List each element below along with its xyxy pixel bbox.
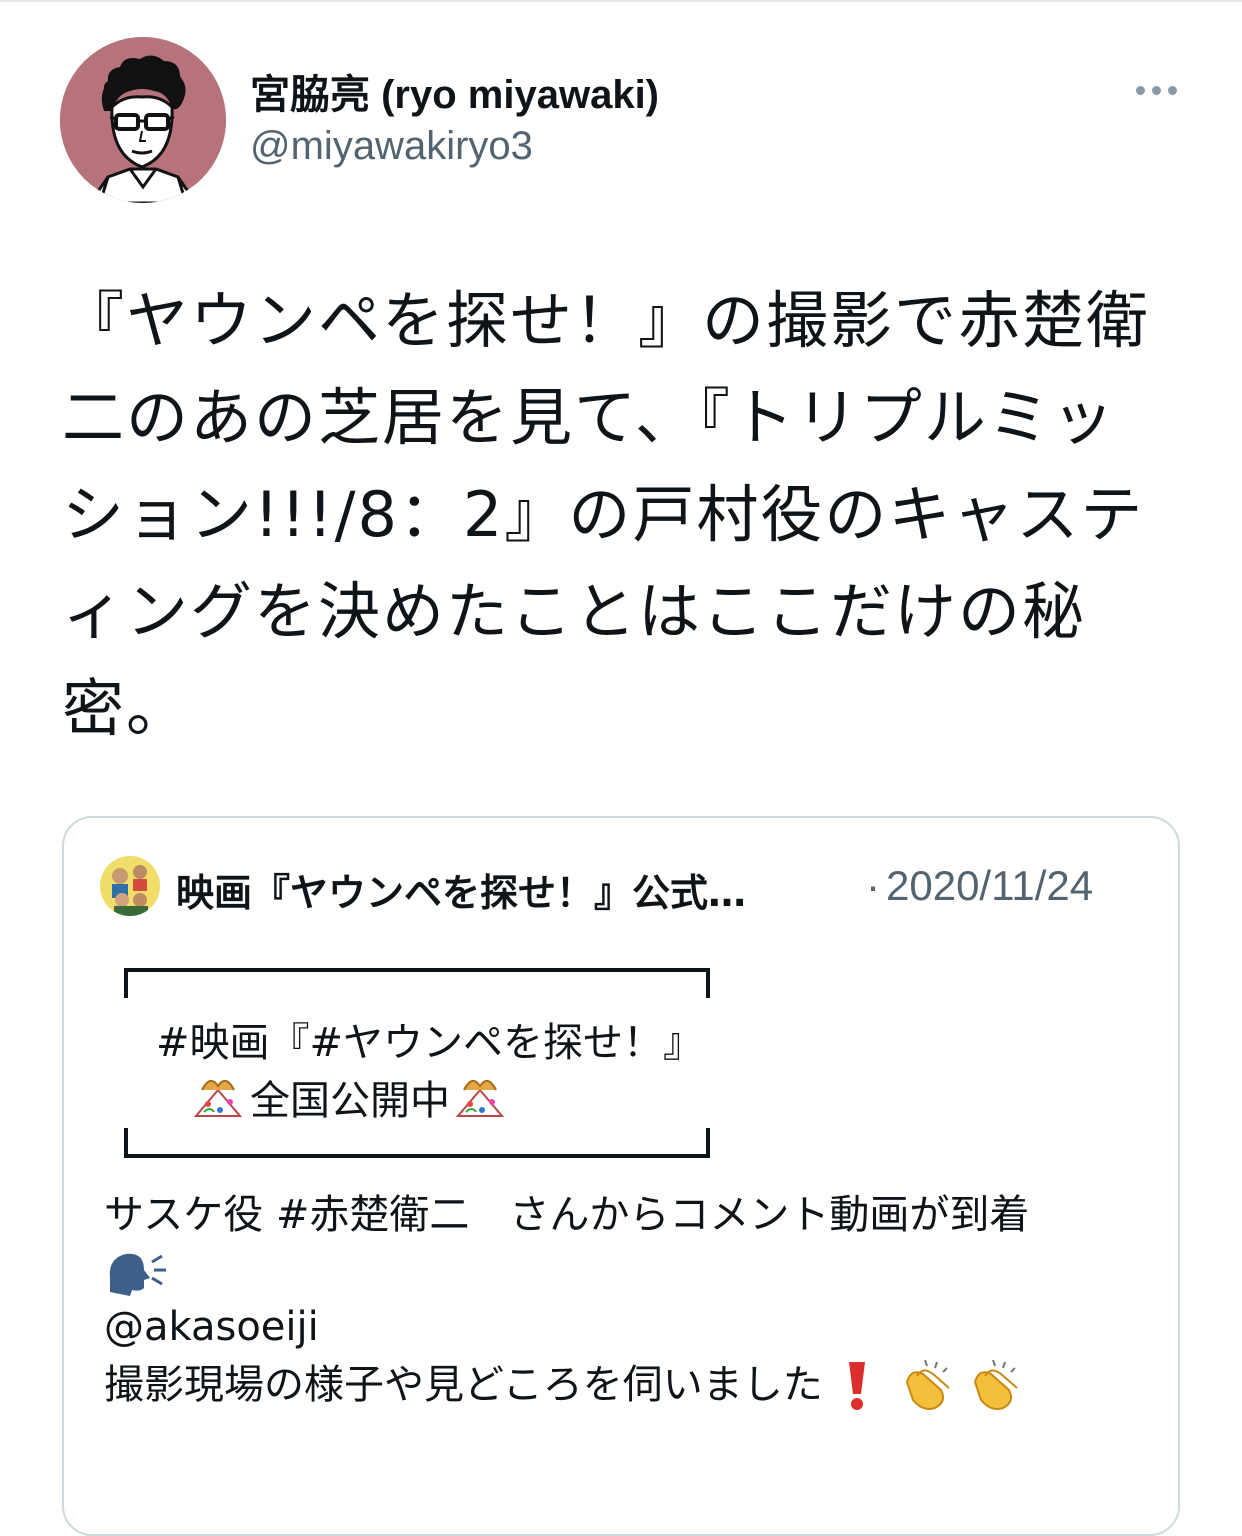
date-separator: · xyxy=(866,862,880,909)
tweet-text-line: ション!!!/8：2』の戸村役のキャステ xyxy=(62,478,1145,551)
tweet-text-line: 密。 xyxy=(62,672,191,745)
quoted-tweet-date[interactable]: · 2020/11/24 xyxy=(866,862,1093,910)
mention-link[interactable]: @akasoeiji xyxy=(104,1298,1164,1356)
more-options-button[interactable] xyxy=(1126,72,1186,108)
tweet-text-line: 二のあの芝居を見て、『トリプルミッ xyxy=(62,381,1116,454)
party-popper-icon xyxy=(193,1079,243,1117)
top-divider xyxy=(0,0,1242,2)
illustrated-portrait-icon xyxy=(60,37,226,203)
author-handle[interactable]: @miyawakiryo3 xyxy=(250,124,533,169)
more-dot xyxy=(1167,85,1177,95)
more-horizontal-icon xyxy=(1135,85,1145,95)
quoted-emoji-line xyxy=(104,1248,1164,1298)
release-text: 全国公開中 xyxy=(250,1078,450,1124)
group-photo-icon xyxy=(100,856,160,916)
tweet-text-line: 『ヤウンペを探せ！』の撮影で赤楚衛 xyxy=(62,284,1151,357)
party-popper-icon xyxy=(455,1079,505,1117)
quoted-text-line: 撮影現場の様子や見どころを伺いました xyxy=(104,1356,1164,1414)
clapping-hands-icon xyxy=(973,1359,1018,1410)
clapping-hands-icon xyxy=(905,1359,950,1410)
quoted-author-name[interactable]: 映画『ヤウンペを探せ！』公式… xyxy=(176,862,848,917)
date-text: 2020/11/24 xyxy=(886,862,1094,909)
author-avatar[interactable] xyxy=(60,37,226,203)
exclamation-icon xyxy=(848,1362,865,1410)
quoted-text-line: サスケ役 #赤楚衛二 さんからコメント動画が到着 xyxy=(104,1192,1030,1238)
quoted-tweet-card[interactable] xyxy=(62,816,1180,1536)
tweet-text: 『ヤウンペを探せ！』の撮影で赤楚衛 二のあの芝居を見て、『トリプルミッ ション!… xyxy=(62,272,1182,757)
quoted-text-content: 撮影現場の様子や見どころを伺いました xyxy=(104,1362,823,1408)
tweet-text-line: ィングを決めたことはここだけの秘 xyxy=(62,575,1087,648)
frame-hashtag-line: #映画『#ヤウンペを探せ！』 xyxy=(156,1020,704,1066)
quoted-tweet-text: サスケ役 #赤楚衛二 さんからコメント動画が到着 @akasoeiji 撮影現場… xyxy=(104,1186,1164,1414)
author-display-name[interactable]: 宮脇亮 (ryo miyawaki) xyxy=(250,62,659,120)
quoted-author-avatar[interactable] xyxy=(100,856,160,916)
more-dot xyxy=(1151,85,1161,95)
speaking-head-icon xyxy=(109,1253,166,1296)
frame-release-line: 全国公開中 xyxy=(188,1068,512,1126)
